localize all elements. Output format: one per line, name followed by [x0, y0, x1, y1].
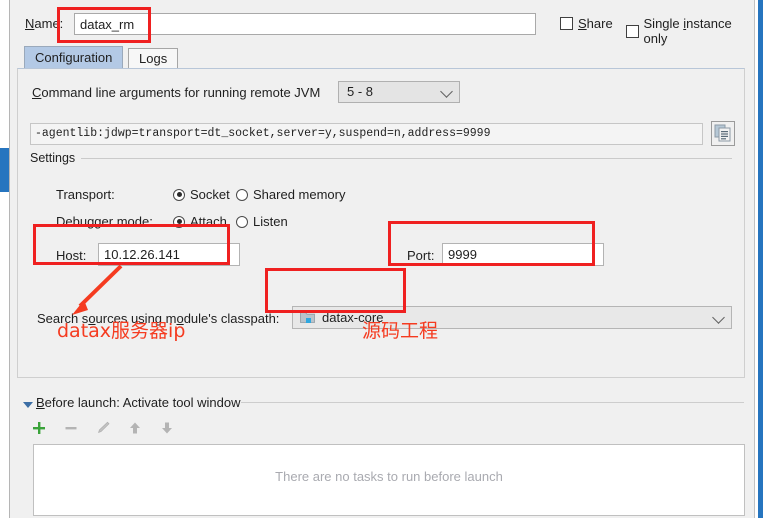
cmdline-arguments-field[interactable]: -agentlib:jdwp=transport=dt_socket,serve…	[30, 123, 703, 145]
debugger-mode-option-attach[interactable]: Attach	[173, 214, 227, 229]
left-rail	[0, 0, 10, 518]
before-launch-section: Before launch: Activate tool window Ther…	[11, 388, 754, 518]
remove-task-button	[63, 420, 79, 436]
host-label: Host:	[56, 248, 87, 263]
single-instance-checkbox-box[interactable]	[626, 24, 639, 38]
radio-attach[interactable]	[173, 215, 185, 228]
jvm-version-select[interactable]: 5 - 8	[338, 81, 460, 103]
run-debug-configuration-dialog: Name: Share Single instance only Configu…	[0, 0, 763, 518]
debugger-mode-label: Debugger mode:	[56, 214, 153, 229]
jvm-version-value: 5 - 8	[347, 84, 374, 99]
add-task-button[interactable]	[31, 420, 47, 436]
move-down-button	[159, 420, 175, 436]
name-input[interactable]	[74, 13, 536, 35]
chevron-down-icon	[440, 85, 453, 98]
debugger-mode-option-listen[interactable]: Listen	[236, 214, 288, 229]
move-up-button	[127, 420, 143, 436]
settings-group-divider	[30, 158, 732, 159]
edit-task-button	[95, 420, 111, 436]
copy-to-clipboard-icon	[714, 124, 731, 142]
single-instance-checkbox-label: Single instance only	[643, 16, 732, 46]
debugger-mode-option-listen-label: Listen	[253, 214, 288, 229]
module-folder-icon	[300, 311, 315, 324]
annotation-text-module: 源码工程	[362, 320, 439, 342]
tab-configuration[interactable]: Configuration	[24, 46, 124, 68]
before-launch-task-list[interactable]: There are no tasks to run before launch	[33, 444, 745, 516]
tab-strip: Configuration Logs	[11, 46, 754, 68]
copy-to-clipboard-button[interactable]	[711, 121, 735, 146]
single-instance-checkbox[interactable]: Single instance only	[626, 16, 754, 46]
radio-socket[interactable]	[173, 188, 185, 201]
transport-option-shared-memory-label: Shared memory	[253, 187, 346, 202]
cmdline-label: Command line arguments for running remot…	[32, 85, 321, 100]
name-label: Name:	[25, 16, 64, 31]
before-launch-empty-message: There are no tasks to run before launch	[275, 469, 503, 484]
host-input[interactable]	[98, 243, 240, 266]
name-row: Name: Share Single instance only	[11, 0, 754, 46]
before-launch-toolbar	[31, 416, 175, 440]
radio-shared-memory[interactable]	[236, 188, 248, 201]
share-checkbox-box[interactable]	[560, 17, 573, 30]
transport-option-socket-label: Socket	[190, 187, 230, 202]
share-checkbox[interactable]: Share	[560, 16, 613, 31]
transport-option-socket[interactable]: Socket	[173, 187, 230, 202]
panel-splitter-handle[interactable]	[0, 148, 9, 192]
share-checkbox-label: Share	[578, 16, 613, 31]
annotation-text-host: datax服务器ip	[57, 320, 186, 342]
radio-listen[interactable]	[236, 215, 248, 228]
before-launch-title: Before launch: Activate tool window	[36, 395, 241, 410]
tab-logs[interactable]: Logs	[128, 48, 179, 68]
port-input[interactable]	[442, 243, 604, 266]
right-edge-accent	[758, 0, 763, 518]
before-launch-divider	[241, 402, 744, 403]
collapse-triangle-icon[interactable]	[23, 402, 33, 408]
module-classpath-select[interactable]: datax-core	[292, 306, 732, 329]
settings-group-title: Settings	[30, 151, 82, 165]
port-label: Port:	[407, 248, 435, 263]
transport-label: Transport:	[56, 187, 115, 202]
module-chevron-down-icon	[712, 310, 725, 324]
transport-option-shared-memory[interactable]: Shared memory	[236, 187, 345, 202]
debugger-mode-option-attach-label: Attach	[190, 214, 227, 229]
